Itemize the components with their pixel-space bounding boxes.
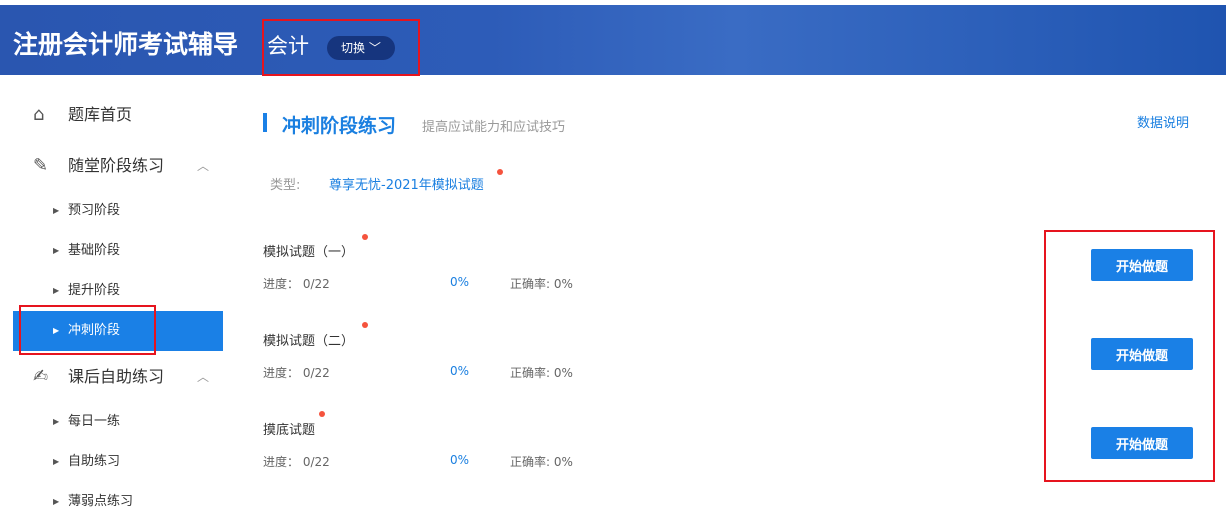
sidebar-item-preview[interactable]: ▶ 预习阶段: [13, 191, 223, 231]
new-dot: [497, 169, 503, 175]
new-dot: [319, 411, 325, 417]
data-description-link[interactable]: 数据说明: [1137, 112, 1189, 131]
sidebar-item-daily[interactable]: ▶ 每日一练: [13, 402, 223, 442]
app-title: 注册会计师考试辅导: [13, 30, 239, 59]
switch-subject-button[interactable]: 切换 ﹀: [327, 36, 395, 60]
label: 题库首页: [68, 105, 133, 124]
exam-accuracy: 正确率: 0%: [510, 366, 573, 380]
sidebar-item-improve[interactable]: ▶ 提升阶段: [13, 271, 223, 311]
exam-progress: 进度： 0/22: [263, 277, 330, 291]
page-title: 冲刺阶段练习: [282, 115, 397, 137]
label: 自助练习: [68, 454, 121, 469]
sidebar-group-class-practice[interactable]: ✎ 随堂阶段练习 ︿: [13, 146, 223, 186]
exam-accuracy: 正确率: 0%: [510, 277, 573, 291]
exam-progress: 进度： 0/22: [263, 455, 330, 469]
exam-name: 模拟试题（一）: [263, 245, 355, 260]
notebook-icon: ✍: [33, 366, 49, 387]
new-dot: [362, 322, 368, 328]
sidebar-item-home[interactable]: ⌂ 题库首页: [13, 95, 223, 135]
exam-name: 模拟试题（二）: [263, 334, 355, 349]
sidebar-item-basic[interactable]: ▶ 基础阶段: [13, 231, 223, 271]
title-accent-bar: [263, 113, 267, 132]
sidebar-item-sprint[interactable]: ▶ 冲刺阶段: [13, 311, 223, 351]
new-dot: [362, 234, 368, 240]
label: 每日一练: [68, 414, 121, 429]
start-exam-button[interactable]: 开始做题: [1091, 249, 1193, 281]
start-exam-button[interactable]: 开始做题: [1091, 338, 1193, 370]
start-exam-button[interactable]: 开始做题: [1091, 427, 1193, 459]
label: 随堂阶段练习: [68, 156, 165, 175]
switch-label: 切换: [341, 41, 366, 55]
home-icon: ⌂: [33, 104, 45, 125]
type-value[interactable]: 尊享无忧-2021年模拟试题: [329, 174, 484, 193]
exam-percent: 0%: [450, 364, 470, 378]
header-banner: 注册会计师考试辅导 会计 切换 ﹀: [0, 5, 1226, 75]
exam-accuracy: 正确率: 0%: [510, 455, 573, 469]
pen-icon: ✎: [33, 155, 49, 176]
exam-percent: 0%: [450, 453, 470, 467]
exam-percent: 0%: [450, 275, 470, 289]
label: 基础阶段: [68, 243, 121, 258]
triangle-icon: ▶: [53, 497, 60, 506]
exam-progress: 进度： 0/22: [263, 366, 330, 380]
triangle-icon: ▶: [53, 286, 60, 295]
subject-name: 会计: [267, 34, 309, 58]
triangle-icon: ▶: [53, 246, 60, 255]
sidebar-group-self-practice[interactable]: ✍ 课后自助练习 ︿: [13, 357, 223, 397]
triangle-icon: ▶: [53, 457, 60, 466]
sidebar-item-weak[interactable]: ▶ 薄弱点练习: [13, 482, 223, 522]
page-subtitle: 提高应试能力和应试技巧: [422, 120, 566, 135]
triangle-icon: ▶: [53, 206, 60, 215]
triangle-icon: ▶: [53, 417, 60, 426]
chevron-up-icon: ︿: [197, 159, 210, 173]
sidebar-item-self[interactable]: ▶ 自助练习: [13, 442, 223, 482]
label: 提升阶段: [68, 283, 121, 298]
label: 预习阶段: [68, 203, 121, 218]
chevron-down-icon: ﹀: [368, 41, 381, 55]
label: 冲刺阶段: [68, 323, 121, 338]
exam-name: 摸底试题: [263, 423, 316, 438]
type-label: 类型:: [270, 178, 301, 193]
chevron-up-icon: ︿: [197, 370, 210, 384]
triangle-icon: ▶: [53, 326, 60, 335]
label: 薄弱点练习: [68, 494, 134, 509]
label: 课后自助练习: [68, 367, 165, 386]
